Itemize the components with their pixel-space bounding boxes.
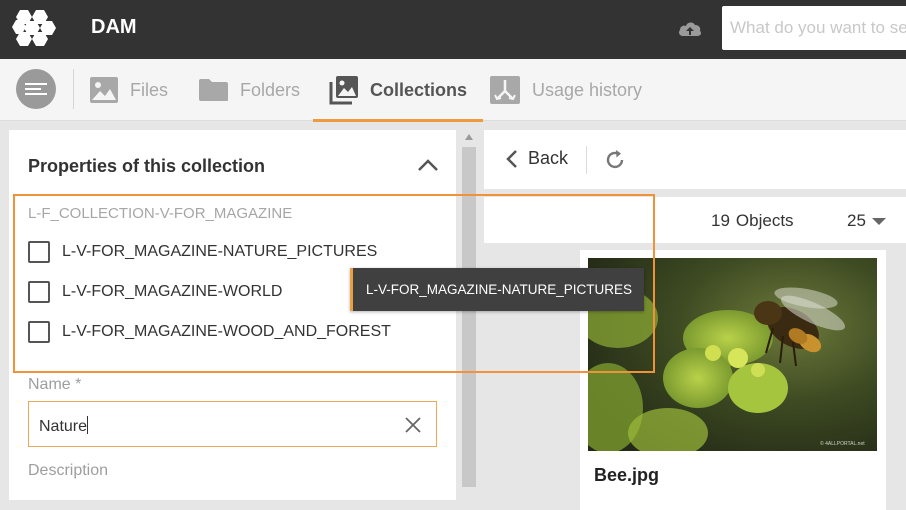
name-field[interactable]: Nature [28,401,437,447]
chevron-left-icon [506,149,517,168]
caret-down-icon [871,217,886,225]
per-page-select[interactable]: 25 [847,211,886,231]
tab-files[interactable]: Files [89,59,168,121]
usage-history-icon [490,76,520,104]
nav-divider [73,69,74,109]
tab-usage-history[interactable]: Usage history [489,59,642,121]
results-toolbar: Back [484,130,906,189]
tab-collections[interactable]: Collections [313,59,484,122]
name-field-label: Name * [28,376,82,393]
top-bar: DAM [0,0,906,59]
chevron-up-icon[interactable] [417,158,439,172]
menu-line [25,93,47,95]
checkbox[interactable] [28,241,50,263]
back-button[interactable]: Back [506,148,568,169]
app-title: DAM [91,16,137,38]
clear-icon[interactable] [404,416,422,434]
panel-title: Properties of this collection [28,156,266,176]
description-field-label: Description [28,462,109,479]
checkbox[interactable] [28,281,50,303]
checkbox-option-nature-pictures[interactable]: L-V-FOR_MAGAZINE-NATURE_PICTURES [28,240,377,264]
tab-label: Folders [240,79,301,100]
object-count-label: Objects [735,211,794,230]
checkbox-label: L-V-FOR_MAGAZINE-WOOD_AND_FOREST [62,323,391,340]
checkbox-label: L-V-FOR_MAGAZINE-WORLD [62,283,283,300]
tooltip: L-V-FOR_MAGAZINE-NATURE_PICTURES [350,268,644,311]
text-caret [87,416,89,434]
menu-line [25,83,47,85]
search-input[interactable] [722,6,906,50]
object-count-bar: 19 Objects 25 [484,197,906,243]
scroll-up-arrow-icon[interactable] [465,134,473,140]
file-name[interactable]: Bee.jpg [594,465,659,486]
checkbox-option-world[interactable]: L-V-FOR_MAGAZINE-WORLD [28,280,282,304]
search-box[interactable] [722,6,906,50]
cloud-upload-icon[interactable] [677,17,703,41]
group-label: L-F_COLLECTION-V-FOR_MAGAZINE [28,205,293,222]
object-count-number: 19 [711,211,730,230]
tab-label: Files [130,79,169,100]
name-field-value: Nature [39,416,89,436]
logo-hexagons-icon [12,10,56,46]
object-count: 19 Objects [711,211,794,231]
toolbar-divider [586,146,587,174]
checkbox-label: L-V-FOR_MAGAZINE-NATURE_PICTURES [62,243,378,260]
checkbox-option-wood-and-forest[interactable]: L-V-FOR_MAGAZINE-WOOD_AND_FOREST [28,320,391,344]
per-page-value: 25 [847,211,866,230]
refresh-icon[interactable] [604,149,626,171]
menu-button[interactable] [16,69,56,109]
tab-label: Usage history [532,79,643,100]
back-label: Back [528,148,569,168]
image-icon [90,77,118,103]
photo-watermark: © 4ALLPORTAL.net [820,440,865,447]
tab-folders[interactable]: Folders [198,59,300,121]
properties-panel: Properties of this collection L-F_COLLEC… [9,130,456,500]
folder-icon [199,79,228,101]
tab-label: Collections [370,79,468,100]
tooltip-text: L-V-FOR_MAGAZINE-NATURE_PICTURES [366,282,633,297]
images-stack-icon [329,76,358,105]
scrollbar-thumb[interactable] [462,147,476,487]
name-value-text: Nature [39,418,88,435]
menu-line [25,88,41,90]
checkbox[interactable] [28,321,50,343]
nav-bar: Files Folders Collections Usage history [0,59,906,122]
